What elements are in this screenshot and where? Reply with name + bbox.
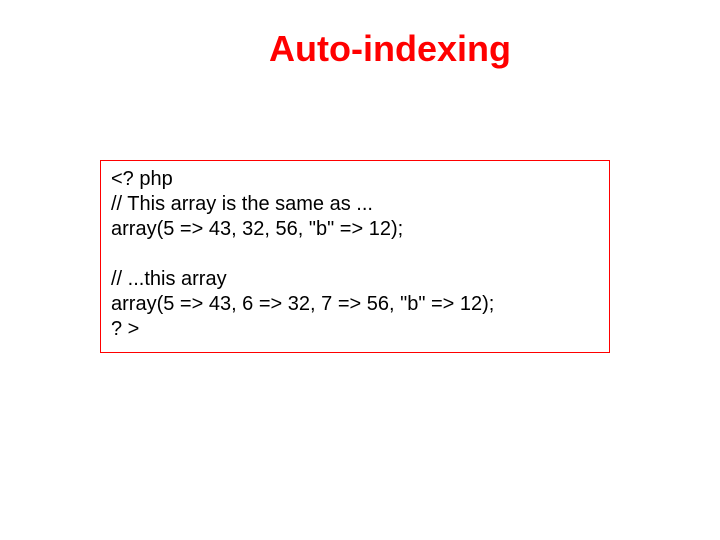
code-line: ? > [111,317,599,342]
code-line: array(5 => 43, 32, 56, "b" => 12); [111,217,599,242]
blank-line [111,242,599,267]
code-line: // ...this array [111,267,599,292]
code-box: <? php // This array is the same as ... … [100,160,610,353]
slide: Auto-indexing <? php // This array is th… [0,0,720,540]
code-line: // This array is the same as ... [111,192,599,217]
code-line: <? php [111,167,599,192]
code-line: array(5 => 43, 6 => 32, 7 => 56, "b" => … [111,292,599,317]
slide-title: Auto-indexing [30,28,720,70]
